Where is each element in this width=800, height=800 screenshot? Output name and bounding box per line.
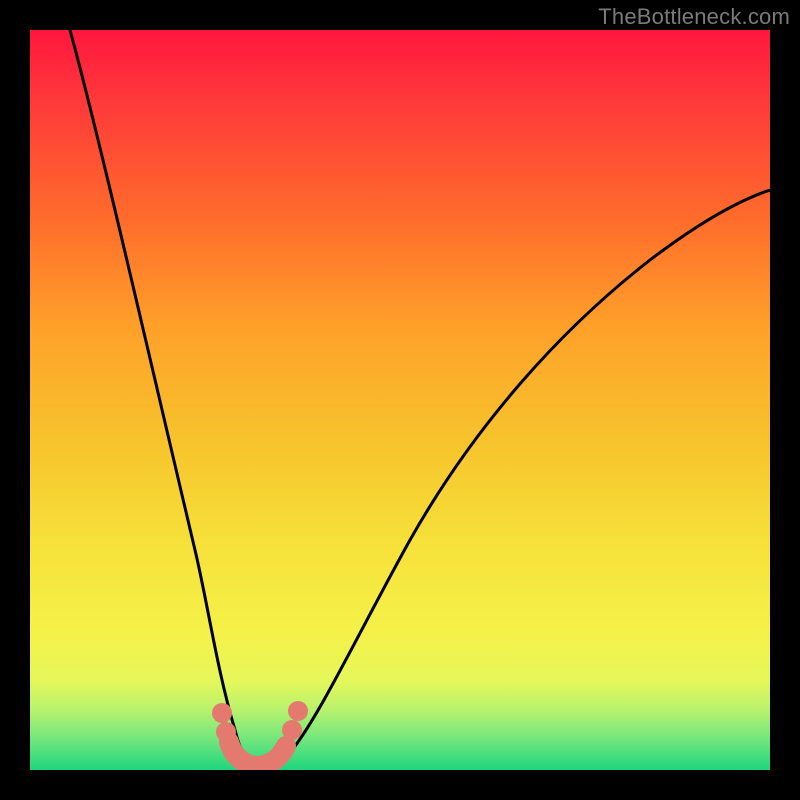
curve-right-branch (255, 190, 770, 767)
marker-dot (212, 703, 232, 723)
plot-area (30, 30, 770, 770)
marker-cluster (212, 701, 308, 766)
marker-dot (288, 701, 308, 721)
watermark-text: TheBottleneck.com (598, 4, 790, 30)
marker-u (229, 742, 286, 766)
marker-dot (282, 720, 302, 740)
curve-left-branch (70, 30, 255, 766)
marker-dot (216, 722, 236, 742)
chart-frame: TheBottleneck.com (0, 0, 800, 800)
bottleneck-curve (30, 30, 770, 770)
